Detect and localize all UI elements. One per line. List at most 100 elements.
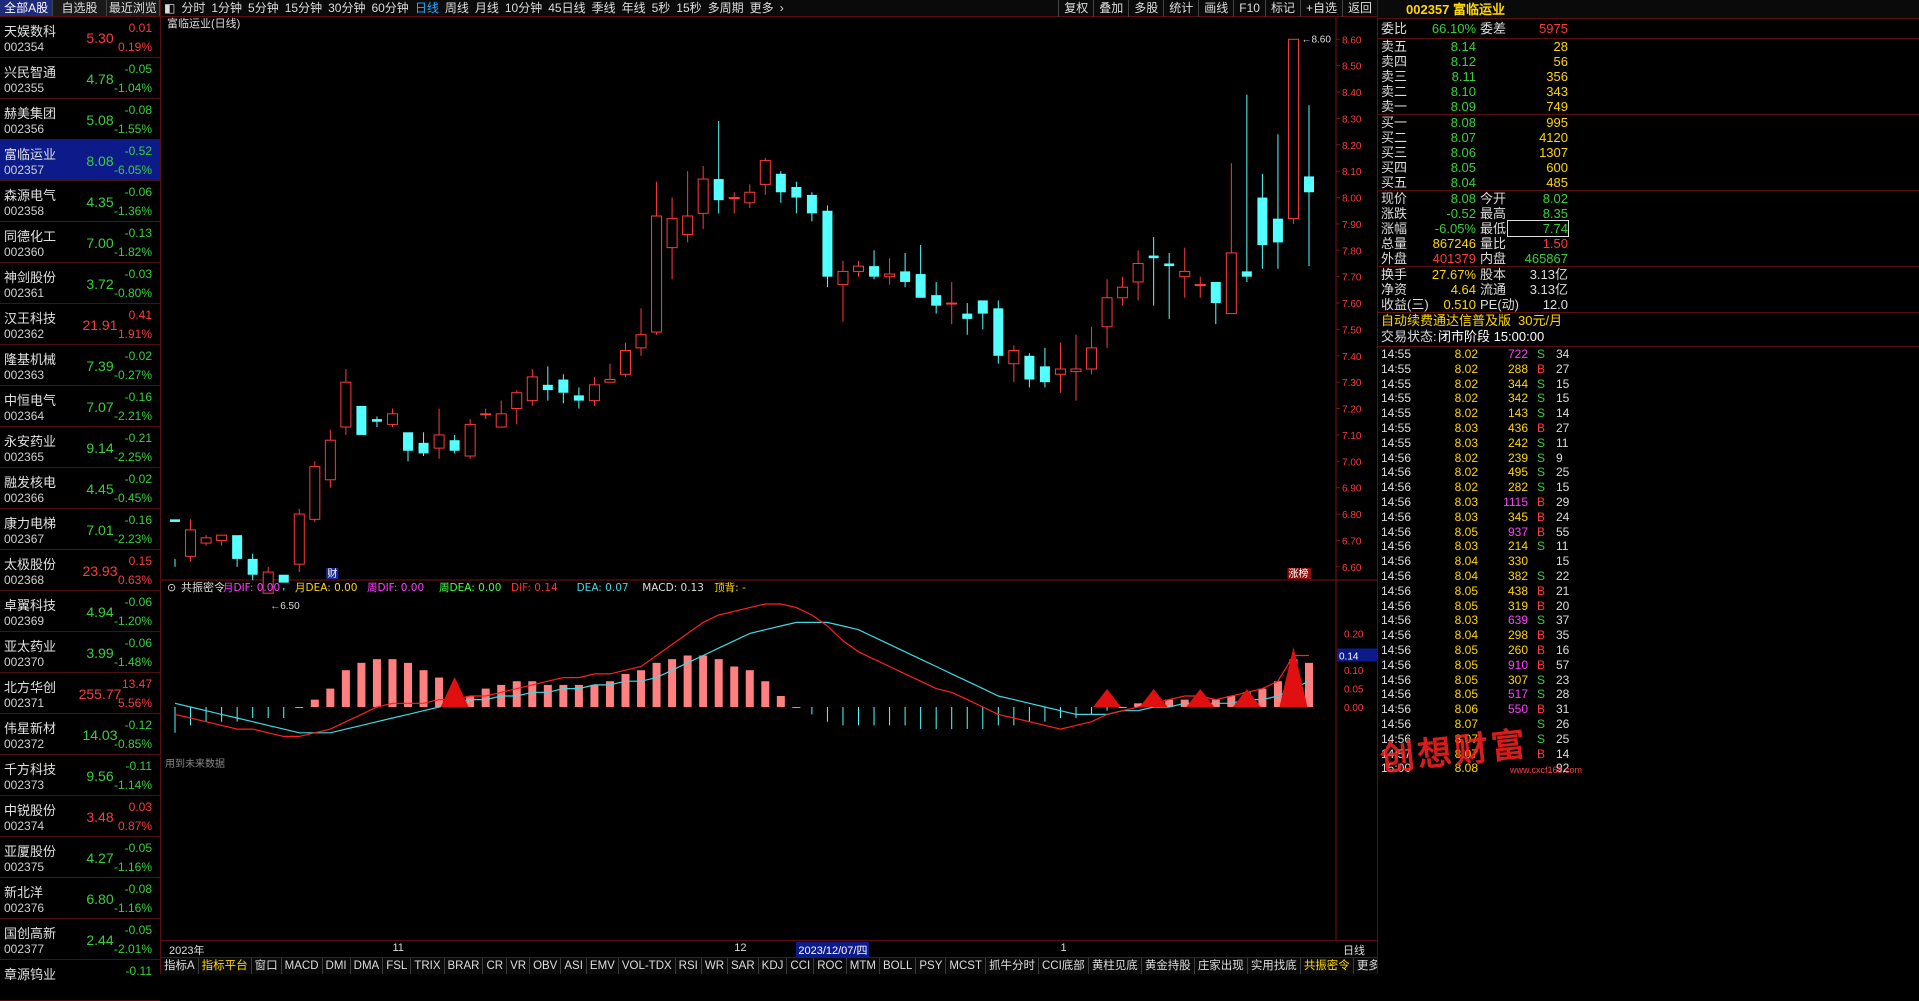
stock-row[interactable]: 隆基机械 002363 7.39 -0.02 -0.27% [0,345,160,386]
indicator-tab[interactable]: 实用找底 [1248,958,1301,974]
stock-row[interactable]: 森源电气 002358 4.35 -0.06 -1.36% [0,181,160,222]
toolbar-button[interactable]: 统计 [1163,0,1198,17]
indicator-tab[interactable]: EMV [587,958,619,974]
period-tab[interactable]: 30分钟 [325,0,368,16]
stock-row[interactable]: 汉王科技 002362 21.91 0.41 1.91% [0,304,160,345]
stock-row[interactable]: 北方华创 002371 255.77 13.47 5.56% [0,673,160,714]
toolbar-button[interactable]: 标记 [1264,0,1300,17]
stock-row[interactable]: 赫美集团 002356 5.08 -0.08 -1.55% [0,99,160,140]
indicator-tab[interactable]: TRIX [411,958,445,974]
toolbar-button[interactable]: +自选 [1299,0,1342,17]
indicator-tab[interactable]: SAR [728,958,759,974]
indicator-tab[interactable]: DMA [351,958,384,974]
period-tab[interactable]: 15分钟 [282,0,325,16]
indicator-tab[interactable]: 窗口 [252,958,282,974]
kline-chart[interactable]: 富临运业(日线) 8.60 8.50 8.40 8.30 8.20 8.10 8.00 7.90… [161,17,1377,940]
stock-row[interactable]: 亚厦股份 002375 4.27 -0.05 -1.16% [0,837,160,878]
indicator-tab[interactable]: VR [507,958,531,974]
stock-row[interactable]: 亚太药业 002370 3.99 -0.06 -1.48% [0,632,160,673]
indicator-tab[interactable]: ASI [561,958,587,974]
period-tab[interactable]: 周线 [442,0,472,16]
stock-row[interactable]: 神剑股份 002361 3.72 -0.03 -0.80% [0,263,160,304]
toolbar-button[interactable]: 画线 [1198,0,1233,17]
stock-code: 002362 [4,327,45,341]
tick-price: 8.03 [1454,539,1478,554]
indicator-tab[interactable]: ROC [814,958,847,974]
period-tab[interactable]: 5分钟 [245,0,282,16]
period-tab[interactable]: 10分钟 [502,0,545,16]
toolbar-button[interactable]: 多股 [1128,0,1163,17]
stock-row[interactable]: 中锐股份 002374 3.48 0.03 0.87% [0,796,160,837]
indicator-tab[interactable]: OBV [530,958,562,974]
period-tab[interactable]: 多周期 [705,0,747,16]
indicator-tab[interactable]: WR [702,958,729,974]
period-tab[interactable]: 季线 [589,0,619,16]
indicator-tab[interactable]: BOLL [880,958,917,974]
stock-row[interactable]: 富临运业 002357 8.08 -0.52 -6.05% [0,140,160,181]
stock-row[interactable]: 国创高新 002377 2.44 -0.05 -2.01% [0,919,160,960]
period-tab[interactable]: 更多 [747,0,777,16]
indicator-tab[interactable]: MACD [282,958,323,974]
promo-row[interactable]: 自动续费通达信普及版 30元/月 [1378,312,1919,329]
period-tab[interactable]: 45日线 [545,0,588,16]
stock-row[interactable]: 同德化工 002360 7.00 -0.13 -1.82% [0,222,160,263]
period-tab[interactable]: 60分钟 [368,0,411,16]
indicator-tab[interactable]: CCI [787,958,815,974]
stock-row[interactable]: 章源钨业 -0.11 [0,960,160,1001]
stock-row[interactable]: 中恒电气 002364 7.07 -0.16 -2.21% [0,386,160,427]
indicator-tab[interactable]: 抓牛分时 [986,958,1039,974]
period-tab[interactable]: 1分钟 [208,0,245,16]
indicator-tab[interactable]: 黄金持股 [1142,958,1195,974]
stock-row[interactable]: 伟星新材 002372 14.03 -0.12 -0.85% [0,714,160,755]
stock-row[interactable]: 康力电梯 002367 7.01 -0.16 -2.23% [0,509,160,550]
indicator-tab[interactable]: RSI [676,958,702,974]
indicator-tab[interactable]: MCST [946,958,986,974]
indicator-tab[interactable]: 更多 [1354,958,1377,974]
stock-row[interactable]: 新北洋 002376 6.80 -0.08 -1.16% [0,878,160,919]
promo-price[interactable]: 30元/月 [1518,313,1562,328]
period-tab[interactable]: 分时 [178,0,208,16]
period-label[interactable]: 日线 [1343,942,1365,958]
indicator-tab[interactable]: CCI底部 [1039,958,1089,974]
stock-row[interactable]: 千方科技 002373 9.56 -0.11 -1.14% [0,755,160,796]
stock-row[interactable]: 天娱数科 002354 5.30 0.01 0.19% [0,17,160,58]
stock-row[interactable]: 兴民智通 002355 4.78 -0.05 -1.04% [0,58,160,99]
list-tab[interactable]: 全部A股 [0,0,54,16]
indicator-tab[interactable]: 黄柱见底 [1089,958,1142,974]
period-tab[interactable]: 日线 [412,0,442,16]
chevron-right-icon[interactable]: › [777,0,787,16]
toolbar-button[interactable]: 叠加 [1093,0,1128,17]
period-tab[interactable]: 5秒 [649,0,674,16]
period-tab[interactable]: 月线 [472,0,502,16]
period-tab[interactable]: 年线 [619,0,649,16]
list-tab[interactable]: 自选股 [53,0,107,16]
menu-icon[interactable]: ◧ [161,0,178,16]
indicator-tab[interactable]: PSY [916,958,947,974]
stat-value: 3.13亿 [1529,267,1568,282]
promo-text[interactable]: 自动续费通达信普及版 [1381,313,1511,328]
indicator-tab[interactable]: BRAR [445,958,484,974]
indicator-tab[interactable]: 指标A [161,958,199,974]
quote-title: 002357 富临运业 [1406,2,1506,17]
indicator-tab[interactable]: KDJ [759,958,788,974]
indicator-tab[interactable]: 共振密令 [1301,958,1354,974]
stock-row[interactable]: 永安药业 002365 9.14 -0.21 -2.25% [0,427,160,468]
stock-row[interactable]: 太极股份 002368 23.93 0.15 0.63% [0,550,160,591]
stock-name: 同德化工 [4,229,57,244]
tick-price: 8.05 [1454,687,1478,702]
list-tab[interactable]: 最近浏览 [107,0,160,16]
indicator-tab[interactable]: MTM [847,958,880,974]
toolbar-button[interactable]: 复权 [1058,0,1093,17]
indicator-tab[interactable]: VOL-TDX [619,958,676,974]
toolbar-button[interactable]: 返回 [1341,0,1377,17]
indicator-tab[interactable]: 指标平台 [199,958,252,974]
indicator-tab[interactable]: DMI [323,958,351,974]
chart-area[interactable]: 富临运业(日线) 8.60 8.50 8.40 8.30 8.20 8.10 8.00 7.90… [161,17,1377,974]
indicator-tab[interactable]: CR [483,958,508,974]
stock-row[interactable]: 融发核电 002366 4.45 -0.02 -0.45% [0,468,160,509]
indicator-tab[interactable]: 庄家出现 [1195,958,1248,974]
period-tab[interactable]: 15秒 [673,0,704,16]
stock-row[interactable]: 卓翼科技 002369 4.94 -0.06 -1.20% [0,591,160,632]
toolbar-button[interactable]: F10 [1233,0,1265,17]
indicator-tab[interactable]: FSL [383,958,412,974]
